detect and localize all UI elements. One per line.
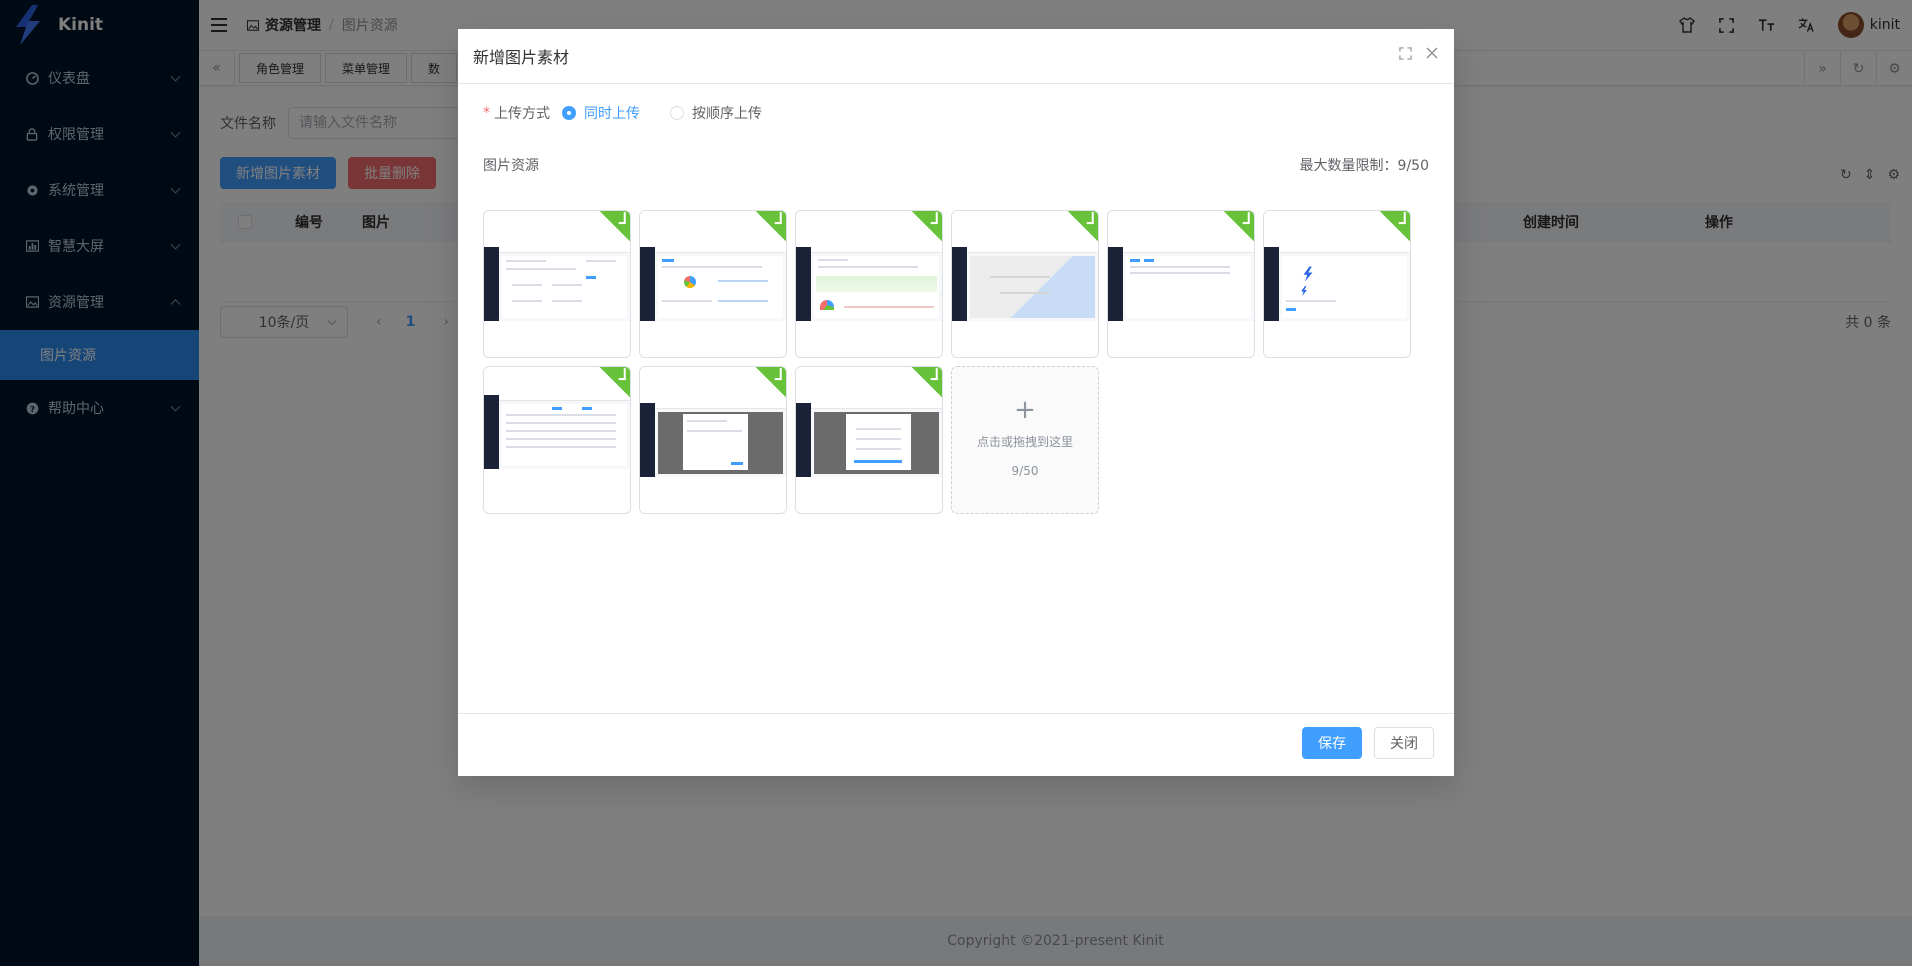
uploaded-check-icon — [910, 211, 942, 243]
upload-method-label: 上传方式 — [494, 106, 550, 122]
image-thumbnail — [640, 403, 786, 477]
image-section-label: 图片资源 — [483, 158, 539, 174]
image-card[interactable] — [951, 210, 1099, 358]
radio-simultaneous[interactable]: 同时上传 — [562, 103, 640, 123]
radio-label: 按顺序上传 — [692, 106, 762, 122]
image-card[interactable] — [639, 366, 787, 514]
radio-dot — [670, 106, 684, 120]
image-card[interactable] — [795, 210, 943, 358]
radio-sequential[interactable]: 按顺序上传 — [670, 103, 762, 123]
dialog-tools — [1399, 47, 1438, 64]
uploaded-check-icon — [754, 211, 786, 243]
image-thumbnail — [1264, 247, 1410, 321]
image-card[interactable] — [639, 210, 787, 358]
dialog-header: 新增图片素材 — [458, 29, 1454, 84]
uploaded-check-icon — [754, 367, 786, 399]
image-thumbnail — [796, 247, 942, 321]
image-thumbnail — [484, 247, 630, 321]
upload-hint: 点击或拖拽到这里 — [976, 435, 1073, 449]
image-thumbnail — [796, 403, 942, 477]
upload-count: 9/50 — [1011, 464, 1039, 478]
close-icon[interactable] — [1426, 47, 1438, 64]
upload-dropzone[interactable]: + 点击或拖拽到这里 9/50 — [951, 366, 1099, 514]
dialog-footer: 保存 关闭 — [458, 713, 1454, 776]
uploaded-check-icon — [1222, 211, 1254, 243]
uploaded-check-icon — [1378, 211, 1410, 243]
image-thumbnail — [1108, 247, 1254, 321]
dialog-actions: 保存 关闭 — [1302, 727, 1434, 759]
radio-dot — [562, 106, 576, 120]
image-thumbnail — [640, 247, 786, 321]
uploaded-check-icon — [598, 211, 630, 243]
dialog-title: 新增图片素材 — [473, 48, 570, 67]
required-mark: * — [483, 105, 490, 121]
image-card[interactable] — [483, 210, 631, 358]
uploaded-check-icon — [598, 367, 630, 399]
max-limit-label: 最大数量限制：9/50 — [1299, 158, 1429, 174]
upload-method-field: * 上传方式 同时上传 按顺序上传 — [483, 103, 792, 123]
uploaded-check-icon — [910, 367, 942, 399]
image-card[interactable] — [1107, 210, 1255, 358]
image-thumbnail — [952, 247, 1098, 321]
image-card[interactable] — [1263, 210, 1411, 358]
add-image-dialog: 新增图片素材 * 上传方式 同时上传 按顺序上传 图片资源 最大数量限制：9/5… — [458, 29, 1454, 776]
image-thumbnail — [484, 395, 630, 469]
maximize-icon[interactable] — [1399, 47, 1412, 64]
plus-icon: + — [1014, 395, 1036, 425]
radio-label: 同时上传 — [584, 106, 640, 122]
close-button[interactable]: 关闭 — [1374, 727, 1434, 759]
uploaded-check-icon — [1066, 211, 1098, 243]
image-card[interactable] — [795, 366, 943, 514]
image-card[interactable] — [483, 366, 631, 514]
save-button[interactable]: 保存 — [1302, 727, 1362, 759]
dialog-body: * 上传方式 同时上传 按顺序上传 图片资源 最大数量限制：9/50 + 点击或… — [458, 85, 1454, 666]
